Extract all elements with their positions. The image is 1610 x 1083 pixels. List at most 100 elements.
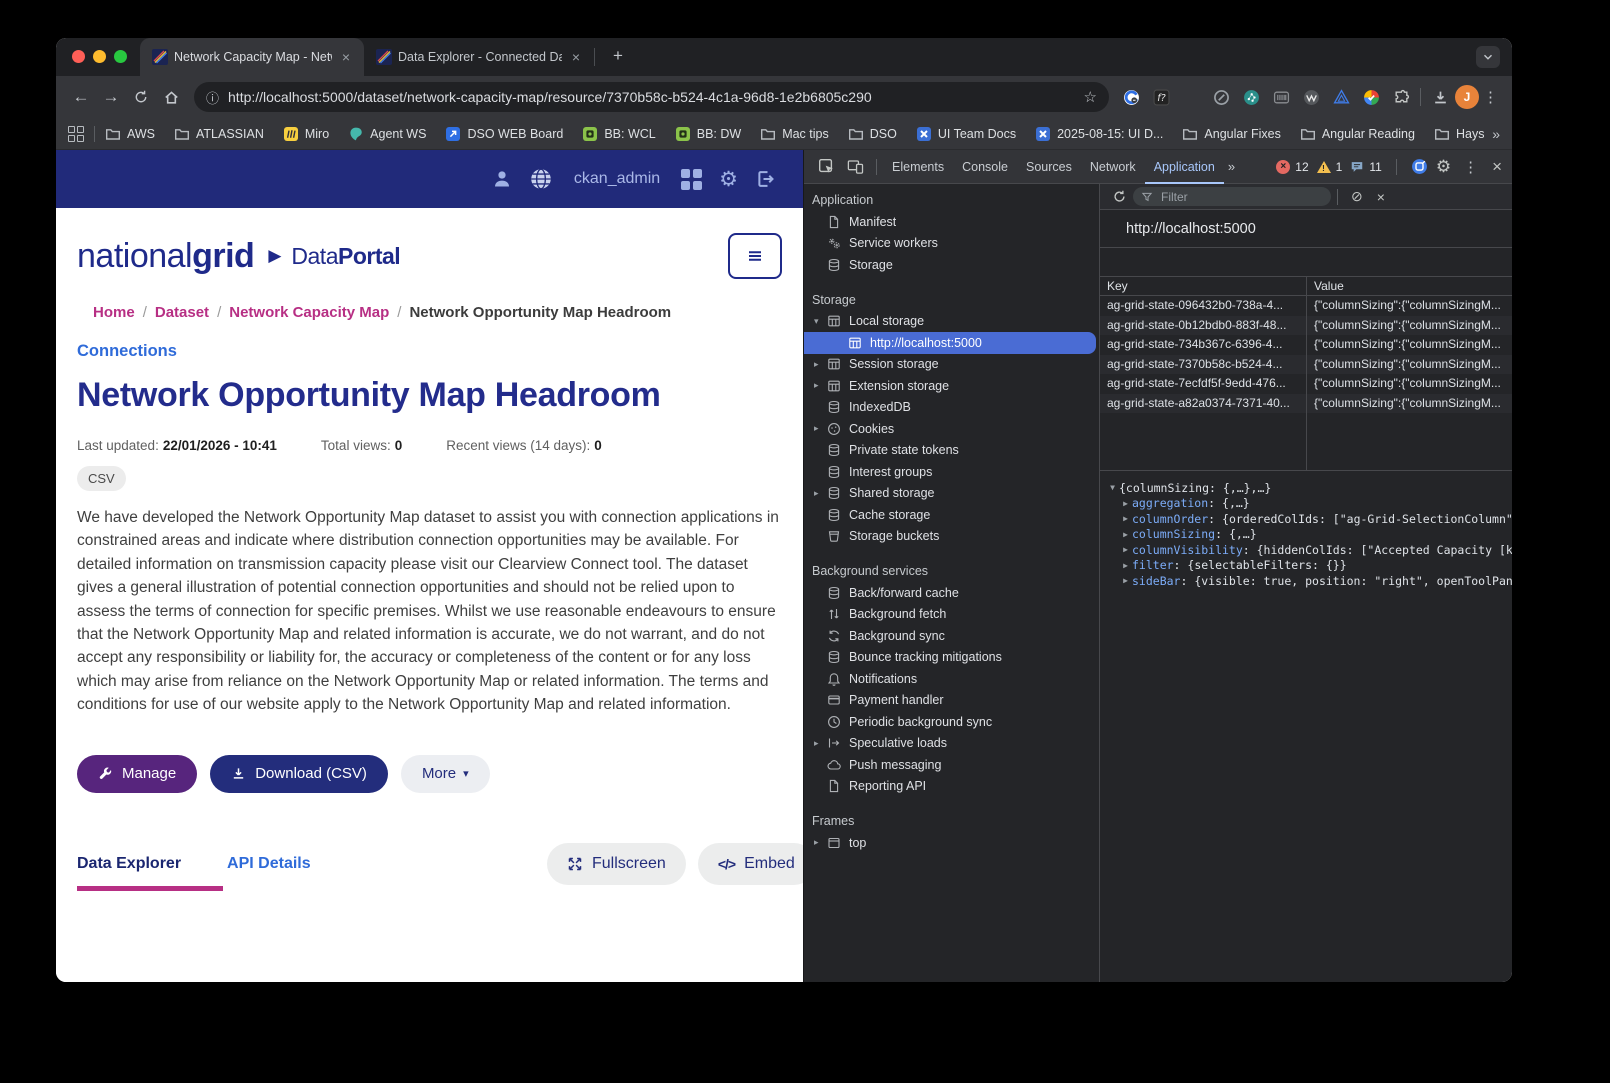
tree-item[interactable]: Shared storage — [804, 483, 1096, 505]
more-button[interactable]: More ▾ — [400, 754, 490, 793]
tree-expand-icon[interactable] — [814, 488, 827, 499]
preview-entry[interactable]: ▶ aggregation: {,…} — [1119, 496, 1512, 512]
storage-filter[interactable] — [1133, 187, 1331, 206]
devtools-tab[interactable]: Application — [1144, 150, 1224, 184]
bookmark-item[interactable]: BB: DW — [675, 126, 741, 142]
extension-icon[interactable] — [1363, 89, 1380, 106]
tree-item[interactable]: Interest groups — [804, 461, 1096, 483]
tree-expand-icon[interactable] — [814, 359, 827, 370]
storage-row[interactable]: ag-grid-state-096432b0-738a-4... {"colum… — [1100, 296, 1512, 316]
storage-row[interactable]: ag-grid-state-7370b58c-b524-4... {"colum… — [1100, 354, 1512, 374]
tree-item[interactable]: Cookies — [804, 418, 1096, 440]
new-tab-button[interactable]: + — [605, 43, 631, 69]
collapsed-arrow-icon[interactable]: ▶ — [1119, 514, 1132, 523]
dashboard-apps-icon[interactable] — [681, 168, 703, 190]
url-bar[interactable]: ⓘ http://localhost:5000/dataset/network-… — [194, 82, 1109, 112]
issues-icon[interactable] — [1350, 160, 1364, 174]
tree-item[interactable]: Session storage — [804, 354, 1096, 376]
tab-close-icon[interactable]: × — [338, 49, 354, 65]
tree-expand-icon[interactable] — [814, 837, 827, 848]
preview-entry[interactable]: ▶ columnVisibility: {hiddenColIds: ["Acc… — [1119, 542, 1512, 558]
storage-row[interactable]: ag-grid-state-a82a0374-7371-40... {"colu… — [1100, 393, 1512, 413]
storage-row[interactable]: ag-grid-state-734b367c-6396-4... {"colum… — [1100, 335, 1512, 355]
fullscreen-button[interactable]: Fullscreen — [547, 843, 686, 885]
bookmark-item[interactable]: AWS — [105, 126, 155, 142]
settings-gear-icon[interactable]: ⚙ — [719, 169, 738, 190]
expanded-arrow-icon[interactable]: ▼ — [1106, 483, 1119, 492]
download-csv-button[interactable]: Download (CSV) — [210, 754, 388, 793]
tree-item[interactable]: Push messaging — [804, 754, 1096, 776]
devtools-menu-icon[interactable]: ⋮ — [1459, 158, 1482, 176]
bookmark-item[interactable]: Mac tips — [760, 126, 829, 142]
username[interactable]: ckan_admin — [574, 170, 660, 188]
preview-entry[interactable]: ▶ sideBar: {visible: true, position: "ri… — [1119, 573, 1512, 589]
dataportal-logo[interactable]: DataPortal — [291, 243, 400, 270]
tree-expand-icon[interactable] — [814, 423, 827, 434]
devtools-tab[interactable]: Console — [953, 150, 1017, 184]
extension-icon[interactable] — [1333, 89, 1350, 106]
inspect-element-icon[interactable] — [818, 158, 835, 175]
bookmark-item[interactable]: Angular Reading — [1300, 126, 1415, 142]
tree-item[interactable]: IndexedDB — [804, 397, 1096, 419]
warning-icon[interactable]: ! — [1316, 160, 1331, 173]
back-button[interactable]: ← — [66, 82, 96, 112]
url-text[interactable]: http://localhost:5000/dataset/network-ca… — [228, 89, 1076, 105]
tree-item[interactable]: Extension storage — [804, 375, 1096, 397]
value-column-header[interactable]: Value — [1307, 277, 1512, 295]
devtools-settings-icon[interactable]: ⚙ — [1436, 158, 1451, 175]
extension-icon[interactable] — [1303, 89, 1320, 106]
tree-item[interactable]: Manifest — [804, 211, 1096, 233]
browser-menu-icon[interactable]: ⋮ — [1479, 88, 1502, 106]
extension-icon[interactable] — [1123, 89, 1140, 106]
breadcrumb-item[interactable]: Dataset — [155, 304, 209, 321]
collapsed-arrow-icon[interactable]: ▶ — [1119, 576, 1132, 585]
manage-button[interactable]: Manage — [77, 754, 198, 793]
site-info-icon[interactable]: ⓘ — [206, 88, 219, 107]
extension-icon[interactable] — [1393, 89, 1410, 106]
close-window-button[interactable] — [72, 50, 85, 63]
tree-item[interactable]: Local storage — [804, 311, 1096, 333]
collapsed-arrow-icon[interactable]: ▶ — [1119, 530, 1132, 539]
collapsed-arrow-icon[interactable]: ▶ — [1119, 499, 1132, 508]
tree-item[interactable]: Reporting API — [804, 776, 1096, 798]
bookmark-item[interactable]: UI Team Docs — [916, 126, 1016, 142]
tab-search-button[interactable] — [1476, 46, 1500, 68]
tree-item[interactable]: Cache storage — [804, 504, 1096, 526]
logout-icon[interactable] — [755, 169, 775, 189]
tree-item[interactable]: Bounce tracking mitigations — [804, 647, 1096, 669]
more-panels-icon[interactable]: » — [1228, 159, 1235, 174]
bookmark-item[interactable]: DSO WEB Board — [445, 126, 563, 142]
bookmark-item[interactable]: Angular Fixes — [1182, 126, 1281, 142]
zoom-window-button[interactable] — [114, 50, 127, 63]
downloads-button[interactable] — [1425, 82, 1455, 112]
bookmark-item[interactable]: Hays — [1434, 126, 1484, 142]
nationalgrid-logo[interactable]: nationalgrid — [77, 237, 255, 276]
breadcrumb-item[interactable]: Network Capacity Map — [229, 304, 389, 321]
bookmark-item[interactable]: BB: WCL — [582, 126, 656, 142]
reload-button[interactable] — [126, 82, 156, 112]
bookmark-star-icon[interactable]: ☆ — [1084, 88, 1097, 106]
extension-icon[interactable] — [1273, 89, 1290, 106]
tree-item[interactable]: Storage buckets — [804, 526, 1096, 548]
bookmark-item[interactable]: ATLASSIAN — [174, 126, 264, 142]
globe-avatar-icon[interactable] — [529, 167, 553, 191]
tree-item[interactable]: Private state tokens — [804, 440, 1096, 462]
refresh-icon[interactable] — [1112, 189, 1127, 204]
collapsed-arrow-icon[interactable]: ▶ — [1119, 545, 1132, 554]
clear-all-icon[interactable]: ⊘ — [1351, 188, 1363, 205]
tree-item[interactable]: Background sync — [804, 625, 1096, 647]
browser-tab[interactable]: Network Capacity Map - Netw × — [140, 38, 364, 76]
resource-tab[interactable]: Data Explorer — [77, 855, 181, 873]
minimize-window-button[interactable] — [93, 50, 106, 63]
extension-icon[interactable] — [1213, 89, 1230, 106]
preview-entry[interactable]: ▶ filter: {selectableFilters: {}} — [1119, 558, 1512, 574]
apps-grid-icon[interactable] — [68, 125, 84, 142]
extension-icon[interactable] — [1153, 89, 1170, 106]
devtools-close-icon[interactable]: × — [1490, 157, 1504, 177]
group-link[interactable]: Connections — [77, 342, 782, 361]
devtools-tab[interactable]: Network — [1081, 150, 1145, 184]
tree-item[interactable]: http://localhost:5000 — [804, 332, 1096, 354]
window-controls[interactable] — [72, 50, 127, 63]
browser-tab[interactable]: Data Explorer - Connected Da × — [364, 38, 594, 76]
bookmark-item[interactable]: Agent WS — [348, 126, 426, 142]
